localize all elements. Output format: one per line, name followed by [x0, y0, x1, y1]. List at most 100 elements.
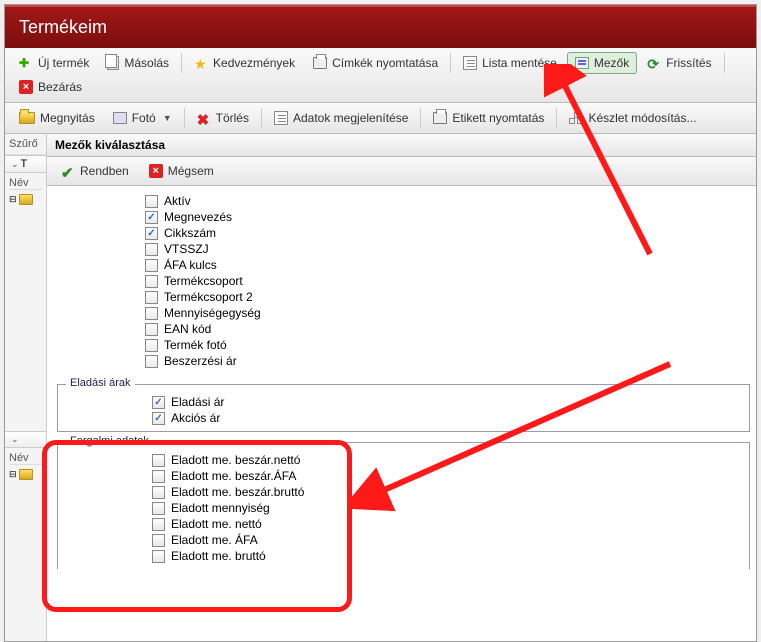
field-checkbox-row[interactable]: Termékcsoport 2 — [145, 290, 744, 304]
checkbox[interactable] — [145, 291, 158, 304]
checkbox[interactable] — [152, 502, 165, 515]
checkbox-label: Megnevezés — [164, 210, 232, 224]
checkbox[interactable]: ✓ — [145, 211, 158, 224]
checkbox[interactable]: ✓ — [152, 396, 165, 409]
checkbox-label: Beszerzési ár — [164, 354, 237, 368]
checkbox[interactable] — [145, 243, 158, 256]
field-checkbox-row[interactable]: Eladott me. bruttó — [152, 549, 743, 563]
field-checkbox-row[interactable]: EAN kód — [145, 322, 744, 336]
cancel-button[interactable]: ×Mégsem — [141, 160, 222, 182]
field-checkbox-row[interactable]: Eladott me. beszár.nettó — [152, 453, 743, 467]
separator — [181, 53, 182, 73]
checkbox[interactable] — [145, 339, 158, 352]
show-data-button[interactable]: Adatok megjelenítése — [266, 107, 416, 129]
group-legend: Forgalmi adatok — [66, 435, 153, 447]
save-list-button[interactable]: Lista mentése — [455, 52, 565, 74]
field-checkbox-row[interactable]: Eladott mennyiség — [152, 501, 743, 515]
field-checkbox-row[interactable]: Eladott me. beszár.bruttó — [152, 485, 743, 499]
star-icon: ★ — [194, 56, 208, 70]
sidebar-section-t[interactable]: ⌄T — [5, 155, 46, 173]
sidebar-section-2[interactable]: ⌄ — [5, 431, 46, 448]
checkbox-label: Eladott me. beszár.nettó — [171, 453, 300, 467]
field-checkbox-row[interactable]: Beszerzési ár — [145, 354, 744, 368]
list-icon — [463, 56, 477, 70]
label-print-button[interactable]: Etikett nyomtatás — [425, 107, 552, 129]
fields-button[interactable]: Mezők — [567, 52, 637, 74]
photo-icon — [113, 112, 127, 124]
open-button[interactable]: Megnyitás — [11, 107, 103, 129]
label: Bezárás — [38, 80, 82, 94]
new-product-button[interactable]: ✚Új termék — [11, 52, 97, 74]
field-checkbox-row[interactable]: ✓ Megnevezés — [145, 210, 744, 224]
label: Kedvezmények — [213, 56, 295, 70]
expand-icon: ⊟ — [9, 469, 17, 480]
field-checkbox-row[interactable]: ✓Eladási ár — [152, 395, 743, 409]
field-list: Aktív ✓ Megnevezés ✓ Cikkszám VTSSZJ ÁFA kulcs… — [47, 186, 756, 637]
checkbox[interactable] — [145, 275, 158, 288]
checkbox-label: Eladott mennyiség — [171, 501, 270, 515]
stock-modify-button[interactable]: Készlet módosítás... — [561, 107, 704, 129]
field-checkbox-row[interactable]: Eladott me. ÁFA — [152, 533, 743, 547]
tree-root[interactable]: ⊟ — [9, 194, 42, 205]
photo-button[interactable]: Fotó▼ — [105, 107, 180, 129]
checkbox-label: Eladott me. nettó — [171, 517, 262, 531]
label: Új termék — [38, 56, 89, 70]
close-button[interactable]: ×Bezárás — [11, 76, 90, 98]
folder-open-icon — [19, 112, 35, 124]
col-header-nev: Név — [9, 177, 42, 190]
checkbox[interactable] — [145, 323, 158, 336]
field-checkbox-row[interactable]: ÁFA kulcs — [145, 258, 744, 272]
checkbox[interactable] — [152, 470, 165, 483]
print-labels-button[interactable]: Címkék nyomtatása — [305, 52, 446, 74]
field-checkbox-row[interactable]: Termék fotó — [145, 338, 744, 352]
chevron-down-icon: ⌄ — [11, 434, 19, 445]
refresh-button[interactable]: ⟳ Frissítés — [639, 52, 719, 74]
label: Frissítés — [666, 56, 711, 70]
separator — [420, 108, 421, 128]
checkbox[interactable] — [145, 355, 158, 368]
label: Etikett nyomtatás — [452, 111, 544, 125]
check-icon: ✔ — [61, 164, 75, 178]
checkbox[interactable] — [152, 486, 165, 499]
copy-button[interactable]: Másolás — [99, 52, 177, 74]
delete-button[interactable]: ✖Törlés — [189, 107, 257, 129]
delete-icon: ✖ — [197, 111, 211, 125]
page-title: Termékeim — [5, 5, 756, 48]
field-checkbox-row[interactable]: ✓ Akciós ár — [152, 411, 743, 425]
field-checkbox-row[interactable]: VTSSZJ — [145, 242, 744, 256]
checkbox-label: Termékcsoport — [164, 274, 243, 288]
field-checkbox-row[interactable]: Mennyiségegység — [145, 306, 744, 320]
checkbox[interactable] — [145, 259, 158, 272]
filter-label: Szűrő — [5, 134, 46, 155]
copy-icon — [107, 56, 119, 70]
field-checkbox-row[interactable]: ✓ Cikkszám — [145, 226, 744, 240]
checkbox-label: Cikkszám — [164, 226, 216, 240]
checkbox[interactable]: ✓ — [145, 227, 158, 240]
field-checkbox-row[interactable]: Aktív — [145, 194, 744, 208]
checkbox[interactable] — [152, 518, 165, 531]
field-checkbox-row[interactable]: Eladott me. beszár.ÁFA — [152, 469, 743, 483]
separator — [724, 53, 725, 73]
list-icon — [274, 111, 288, 125]
tree-root[interactable]: ⊟ — [9, 469, 42, 480]
checkbox[interactable]: ✓ — [152, 412, 165, 425]
checkbox-label: Termék fotó — [164, 338, 227, 352]
checkbox[interactable] — [152, 550, 165, 563]
checkbox-label: Aktív — [164, 194, 191, 208]
separator — [556, 108, 557, 128]
checkbox[interactable] — [152, 534, 165, 547]
checkbox-label: Akciós ár — [171, 411, 220, 425]
group-sales: Forgalmi adatok Eladott me. beszár.nettó… — [57, 442, 750, 569]
checkbox[interactable] — [152, 454, 165, 467]
group-general: Aktív ✓ Megnevezés ✓ Cikkszám VTSSZJ ÁFA kulcs… — [57, 194, 750, 374]
checkbox[interactable] — [145, 307, 158, 320]
refresh-icon: ⟳ — [647, 56, 661, 70]
checkbox[interactable] — [145, 195, 158, 208]
discounts-button[interactable]: ★ Kedvezmények — [186, 52, 303, 74]
col-header-nev: Név — [9, 452, 42, 465]
field-checkbox-row[interactable]: Eladott me. nettó — [152, 517, 743, 531]
main-panel: Mezők kiválasztása ✔Rendben ×Mégsem Aktí… — [47, 134, 756, 641]
ok-button[interactable]: ✔Rendben — [53, 160, 137, 182]
checkbox-label: Termékcsoport 2 — [164, 290, 253, 304]
field-checkbox-row[interactable]: Termékcsoport — [145, 274, 744, 288]
